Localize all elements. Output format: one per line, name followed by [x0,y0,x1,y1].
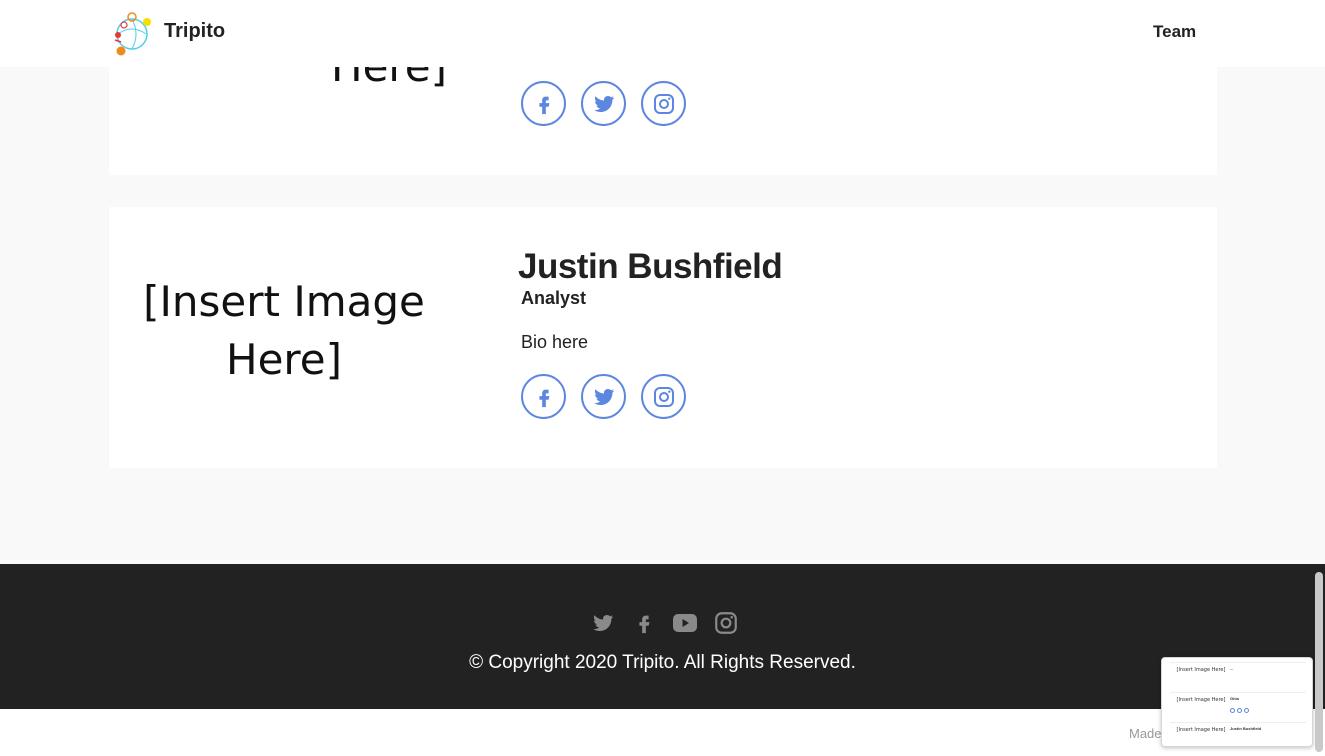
member-social-links [521,374,686,419]
youtube-icon [673,614,697,632]
footer-twitter-link[interactable] [590,610,616,636]
member-bio: Bio here [521,332,589,352]
footer-youtube-link[interactable] [672,610,698,636]
facebook-icon [538,389,549,407]
page: Here] [Insert Image Here] Justin Bushfie… [0,0,1325,756]
brand-name[interactable]: Tripito [164,20,225,43]
member-role: Analyst [521,288,587,308]
twitter-icon [593,388,614,405]
instagram-icon [715,612,737,634]
member-name: Justin Bushfield [518,247,783,286]
image-placeholder-line: [Insert Image [143,277,425,326]
site-footer: © Copyright 2020 Tripito. All Rights Res… [0,564,1325,709]
thumbnail-row: [Insert Image Here] Ghia [1170,692,1306,716]
facebook-icon [538,96,549,114]
twitter-link[interactable] [581,81,626,126]
facebook-link[interactable] [521,81,566,126]
image-placeholder-line: Here] [226,335,342,384]
copyright-text: © Copyright 2020 Tripito. All Rights Res… [469,652,856,673]
instagram-link[interactable] [641,374,686,419]
thumbnail-name: Ghia [1230,696,1239,701]
twitter-icon [593,95,614,112]
instagram-icon [653,93,674,114]
made-with-label[interactable]: Made [1129,726,1162,741]
twitter-link[interactable] [581,374,626,419]
facebook-link[interactable] [521,374,566,419]
thumbnail-name: Justin Bushfield [1230,726,1262,731]
footer-instagram-link[interactable] [713,610,739,636]
facebook-icon [639,615,650,634]
thumbnail-image-text: [Insert Image Here] [1176,697,1226,703]
instagram-icon [653,386,674,407]
thumbnail-image-text: [Insert Image Here] [1176,727,1226,733]
instagram-link[interactable] [641,81,686,126]
thumbnail-image-text: [Insert Image Here] [1176,667,1226,673]
twitter-icon [593,614,614,631]
thumbnail-row: [Insert Image Here] ... [1170,662,1306,686]
page-preview-thumbnail[interactable]: [Insert Image Here] ... [Insert Image He… [1161,657,1313,747]
footer-social-links [590,610,739,636]
tripito-logo-icon[interactable] [110,10,154,56]
bottom-bar: Made [0,709,1325,756]
thumbnail-name: ... [1230,666,1234,671]
site-header: Tripito Team [0,0,1325,67]
thumbnail-social-dots [1230,708,1249,713]
nav-team-link[interactable]: Team [1153,22,1196,42]
footer-facebook-link[interactable] [631,610,657,636]
thumbnail-row: [Insert Image Here] Justin Bushfield [1170,722,1306,746]
scrollbar[interactable] [1315,572,1323,752]
team-member-card: [Insert Image Here] Justin Bushfield Ana… [109,207,1217,468]
image-placeholder: [Insert Image Here] [109,273,459,389]
member-social-links [521,81,686,126]
